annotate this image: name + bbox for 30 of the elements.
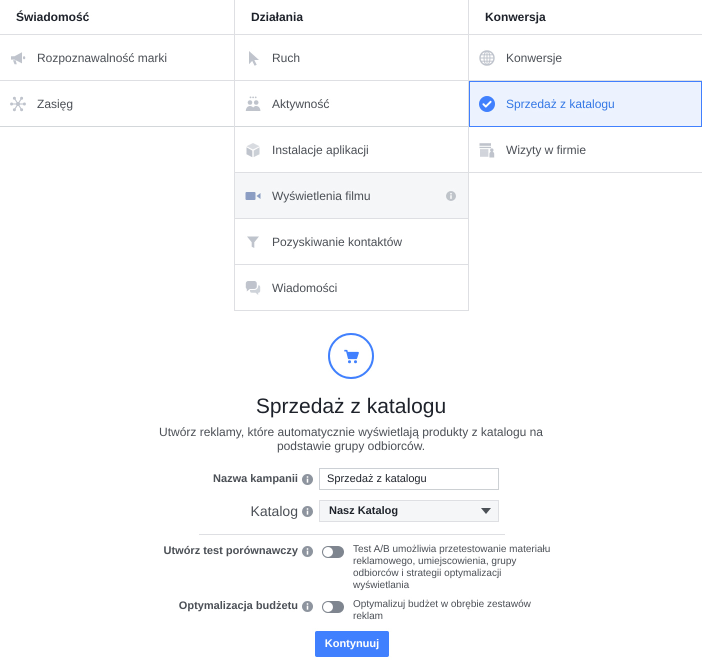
- cart-icon: [328, 333, 374, 379]
- info-icon: [302, 546, 313, 556]
- toggle-description: Test A/B umożliwia przetestowanie materiału reklamowego, umiejscowienia, grupy odbiorców i strategii optymalizacji wyświetlania: [353, 544, 552, 592]
- info-icon: [302, 474, 313, 484]
- chat-bubbles-icon: [245, 280, 261, 296]
- info-icon: [302, 506, 313, 516]
- campaign-name-input[interactable]: Sprzedaż z katalogu: [319, 468, 499, 490]
- objective-title: Sprzedaż z katalogu: [256, 394, 446, 419]
- toggle-switch[interactable]: [322, 601, 344, 613]
- toggle-switch[interactable]: [322, 546, 344, 558]
- storefront-icon: [479, 142, 495, 158]
- network-icon: [10, 96, 26, 112]
- caret-down-icon: [481, 508, 491, 514]
- objective-option[interactable]: Wyświetlenia filmu: [235, 173, 468, 219]
- field-label: Nazwa kampanii: [213, 473, 298, 485]
- check-circle-icon: [479, 96, 495, 112]
- toggle-description: Optymalizuj budżet w obrębie zestawów reklam: [353, 599, 532, 623]
- objective-option[interactable]: Sprzedaż z katalogu: [469, 81, 702, 127]
- toggle-label: Utwórz test porównawczy: [164, 545, 298, 557]
- funnel-icon: [245, 234, 261, 250]
- cube-icon: [245, 142, 261, 158]
- globe-icon: [479, 50, 495, 66]
- catalog-dropdown[interactable]: Nasz Katalog: [319, 500, 499, 522]
- field-label: Katalog: [250, 503, 298, 519]
- objective-description: Utwórz reklamy, które automatycznie wyświetlają produkty z katalogu na podstawie grupy odbiorców.: [158, 425, 544, 453]
- continue-button[interactable]: Kontynuuj: [315, 631, 389, 657]
- megaphone-icon: [10, 50, 26, 66]
- people-icon: [245, 96, 261, 112]
- toggle-label: Optymalizacja budżetu: [178, 600, 298, 612]
- info-icon: [302, 600, 313, 612]
